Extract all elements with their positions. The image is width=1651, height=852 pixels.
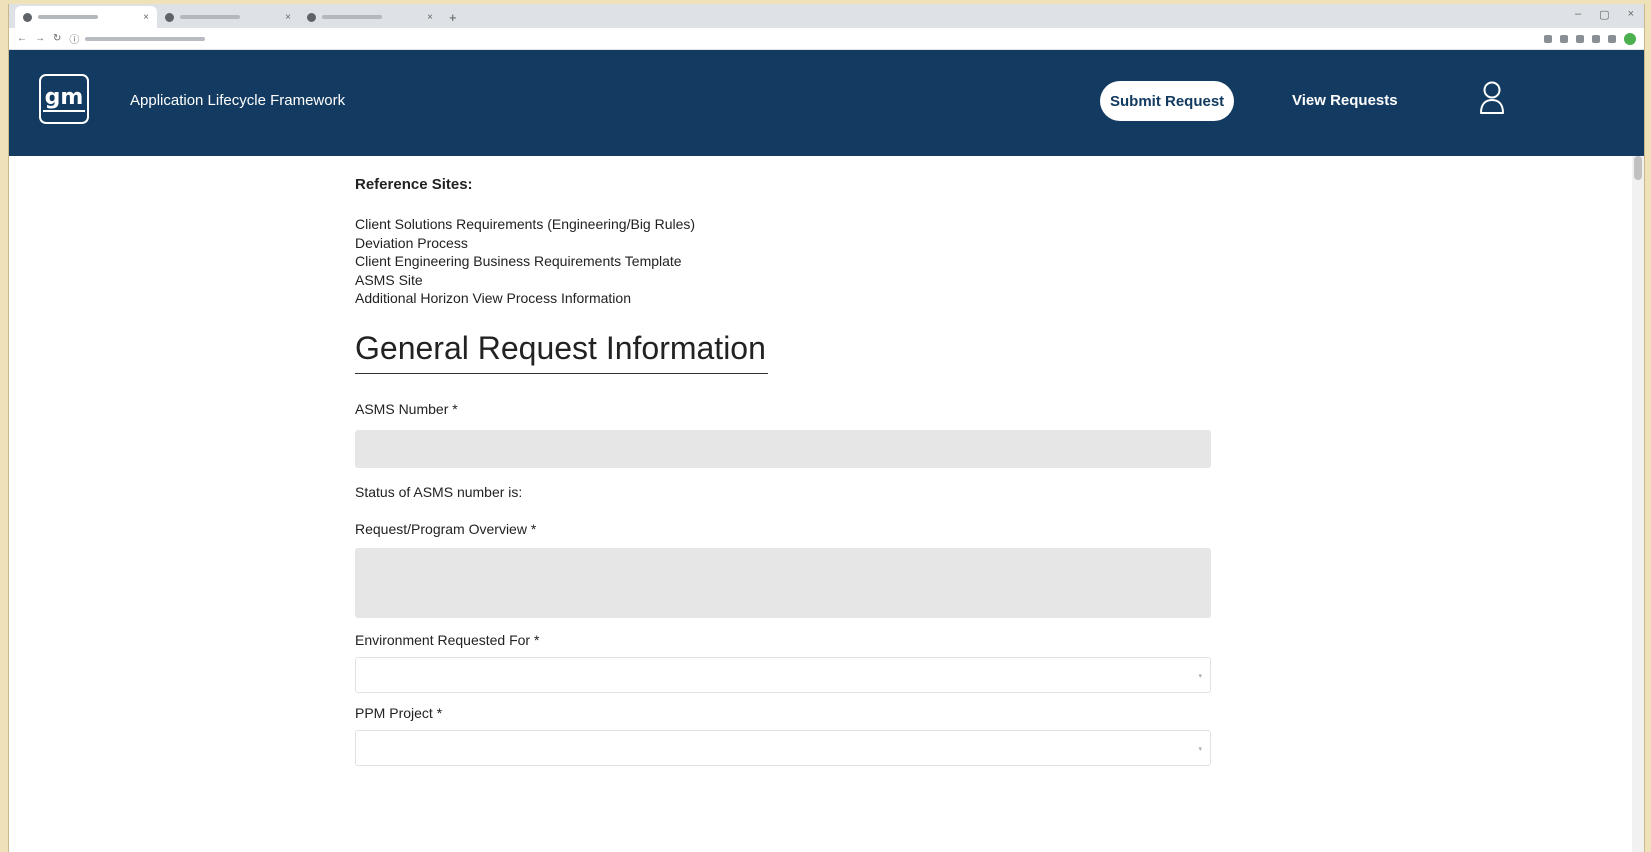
extension-icon[interactable] <box>1592 34 1600 43</box>
asms-number-label: ASMS Number * <box>355 400 458 417</box>
profile-avatar-icon[interactable] <box>1624 32 1636 45</box>
browser-window: × × × + – ▢ × ← → ↻ ⓘ gm Application Lif… <box>8 4 1645 852</box>
reload-icon[interactable]: ↻ <box>53 33 61 44</box>
tab-title <box>180 15 240 19</box>
forward-icon[interactable]: → <box>35 33 45 44</box>
minimize-icon[interactable]: – <box>1575 8 1581 21</box>
tab-title <box>322 15 382 19</box>
address-bar[interactable]: ⓘ <box>69 32 1536 46</box>
asms-number-input[interactable] <box>355 429 1211 468</box>
reference-sites-heading: Reference Sites: <box>355 176 473 193</box>
browser-tab-1[interactable]: × <box>15 6 157 28</box>
extension-area <box>1544 32 1636 45</box>
extension-icon[interactable] <box>1560 34 1568 43</box>
reference-link-client-solutions[interactable]: Client Solutions Requirements (Engineeri… <box>355 215 1211 234</box>
browser-tab-2[interactable]: × <box>157 6 299 28</box>
tab-favicon-icon <box>165 12 174 22</box>
page-scrollbar[interactable] <box>1632 156 1644 852</box>
reference-link-horizon-view[interactable]: Additional Horizon View Process Informat… <box>355 289 1211 308</box>
browser-tab-3[interactable]: × <box>299 6 441 28</box>
reference-link-deviation-process[interactable]: Deviation Process <box>355 234 1211 253</box>
request-overview-textarea[interactable] <box>355 547 1211 618</box>
maximize-icon[interactable]: ▢ <box>1599 8 1609 21</box>
browser-toolbar: ← → ↻ ⓘ <box>9 28 1644 50</box>
submit-request-button[interactable]: Submit Request <box>1100 81 1235 121</box>
extension-icon[interactable] <box>1608 34 1616 43</box>
scrollbar-thumb[interactable] <box>1634 156 1642 180</box>
request-overview-label: Request/Program Overview * <box>355 520 537 537</box>
window-close-icon[interactable]: × <box>1628 8 1634 21</box>
user-icon[interactable] <box>1479 80 1505 116</box>
address-url <box>85 36 206 41</box>
reference-link-asms-site[interactable]: ASMS Site <box>355 271 1211 290</box>
app-title: Application Lifecycle Framework <box>130 92 346 109</box>
chevron-down-icon: ▾ <box>1198 672 1202 680</box>
ppm-project-select[interactable]: ▾ <box>355 729 1211 766</box>
asms-status-text: Status of ASMS number is: <box>355 483 523 500</box>
tab-close-icon[interactable]: × <box>427 12 433 23</box>
environment-select[interactable]: ▾ <box>355 656 1211 693</box>
ppm-project-label: PPM Project * <box>355 704 443 721</box>
chevron-down-icon: ▾ <box>1198 745 1202 753</box>
extension-icon[interactable] <box>1576 34 1584 43</box>
extension-icon[interactable] <box>1544 34 1552 43</box>
section-title: General Request Information <box>355 330 768 374</box>
site-info-icon[interactable]: ⓘ <box>69 31 79 46</box>
main-content: Reference Sites: Client Solutions Requir… <box>355 176 1211 766</box>
environment-label: Environment Requested For * <box>355 631 540 648</box>
reference-link-business-requirements[interactable]: Client Engineering Business Requirements… <box>355 252 1211 271</box>
browser-tab-bar: × × × + – ▢ × <box>9 4 1644 28</box>
gm-logo[interactable]: gm <box>39 74 89 124</box>
app-header: gm Application Lifecycle Framework Submi… <box>9 50 1644 156</box>
window-controls: – ▢ × <box>1575 8 1634 21</box>
tab-favicon-icon <box>23 12 32 22</box>
tab-title <box>38 15 98 19</box>
logo-text: gm <box>42 84 86 112</box>
view-requests-link[interactable]: View Requests <box>1292 92 1398 109</box>
tab-close-icon[interactable]: × <box>285 12 291 23</box>
tab-close-icon[interactable]: × <box>143 12 149 23</box>
back-icon[interactable]: ← <box>17 33 27 44</box>
new-tab-icon[interactable]: + <box>441 10 465 28</box>
reference-sites-list: Client Solutions Requirements (Engineeri… <box>355 215 1211 308</box>
tab-favicon-icon <box>307 12 316 22</box>
